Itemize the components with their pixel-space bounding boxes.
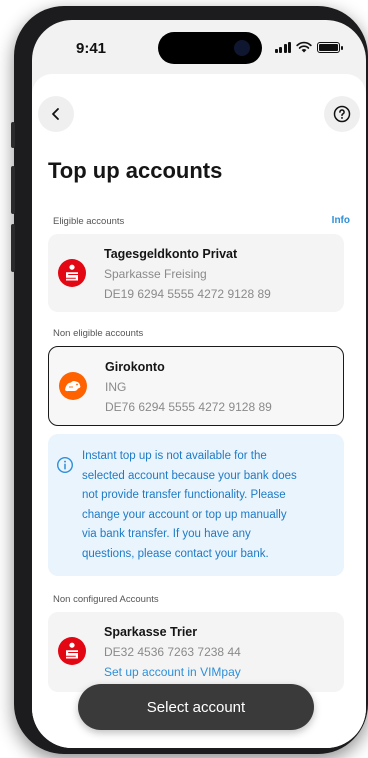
back-button[interactable] <box>38 96 74 132</box>
sparkasse-logo-icon <box>58 637 86 665</box>
battery-icon <box>317 41 343 53</box>
select-account-button[interactable]: Select account <box>78 684 314 730</box>
signal-icon <box>274 41 291 53</box>
account-card-girokonto[interactable]: Girokonto ING DE76 6294 5555 4272 9128 8… <box>48 346 344 426</box>
non-eligible-section-label: Non eligible accounts <box>53 328 144 339</box>
sparkasse-logo-icon <box>58 259 86 287</box>
account-card-sparkasse-trier[interactable]: Sparkasse Trier DE32 4536 7263 7238 44 S… <box>48 612 344 692</box>
action-button <box>11 122 15 148</box>
account-iban: DE76 6294 5555 4272 9128 89 <box>105 400 272 414</box>
set-up-account-link[interactable]: Set up account in VIMpay <box>104 665 241 679</box>
account-name: Sparkasse Trier <box>104 625 198 639</box>
eligible-section-label: Eligible accounts <box>53 216 125 227</box>
non-configured-section-label: Non configured Accounts <box>53 594 159 605</box>
camera-icon <box>234 40 250 56</box>
account-bank: Sparkasse Freising <box>104 267 207 281</box>
instant-top-up-notice: Instant top up is not available for the … <box>48 434 344 576</box>
info-link[interactable]: Info <box>332 215 350 226</box>
account-card-tagesgeld[interactable]: Tagesgeldkonto Privat Sparkasse Freising… <box>48 234 344 312</box>
dynamic-island <box>158 32 262 64</box>
volume-down-button <box>11 224 15 272</box>
account-name: Tagesgeldkonto Privat <box>104 247 238 261</box>
page-title: Top up accounts <box>48 158 223 183</box>
volume-up-button <box>11 166 15 214</box>
wifi-icon <box>296 41 312 53</box>
account-iban: DE19 6294 5555 4272 9128 89 <box>104 287 271 301</box>
account-iban: DE32 4536 7263 7238 44 <box>104 645 241 659</box>
phone-frame: 9:41 Top up accounts Eligible accounts I… <box>11 6 368 754</box>
ing-lion-logo-icon <box>59 372 87 400</box>
status-bar: 9:41 <box>32 20 366 72</box>
top-up-sheet: Top up accounts Eligible accounts Info T… <box>32 74 366 748</box>
status-icons <box>274 41 343 53</box>
help-button[interactable] <box>324 96 360 132</box>
notice-text: Instant top up is not available for the … <box>82 450 297 560</box>
question-circle-icon <box>333 105 351 123</box>
status-time: 9:41 <box>76 40 107 57</box>
chevron-left-icon <box>52 108 59 120</box>
screen: 9:41 Top up accounts Eligible accounts I… <box>32 20 366 748</box>
account-bank: ING <box>105 380 127 394</box>
account-name: Girokonto <box>105 360 165 374</box>
info-icon <box>56 456 74 474</box>
